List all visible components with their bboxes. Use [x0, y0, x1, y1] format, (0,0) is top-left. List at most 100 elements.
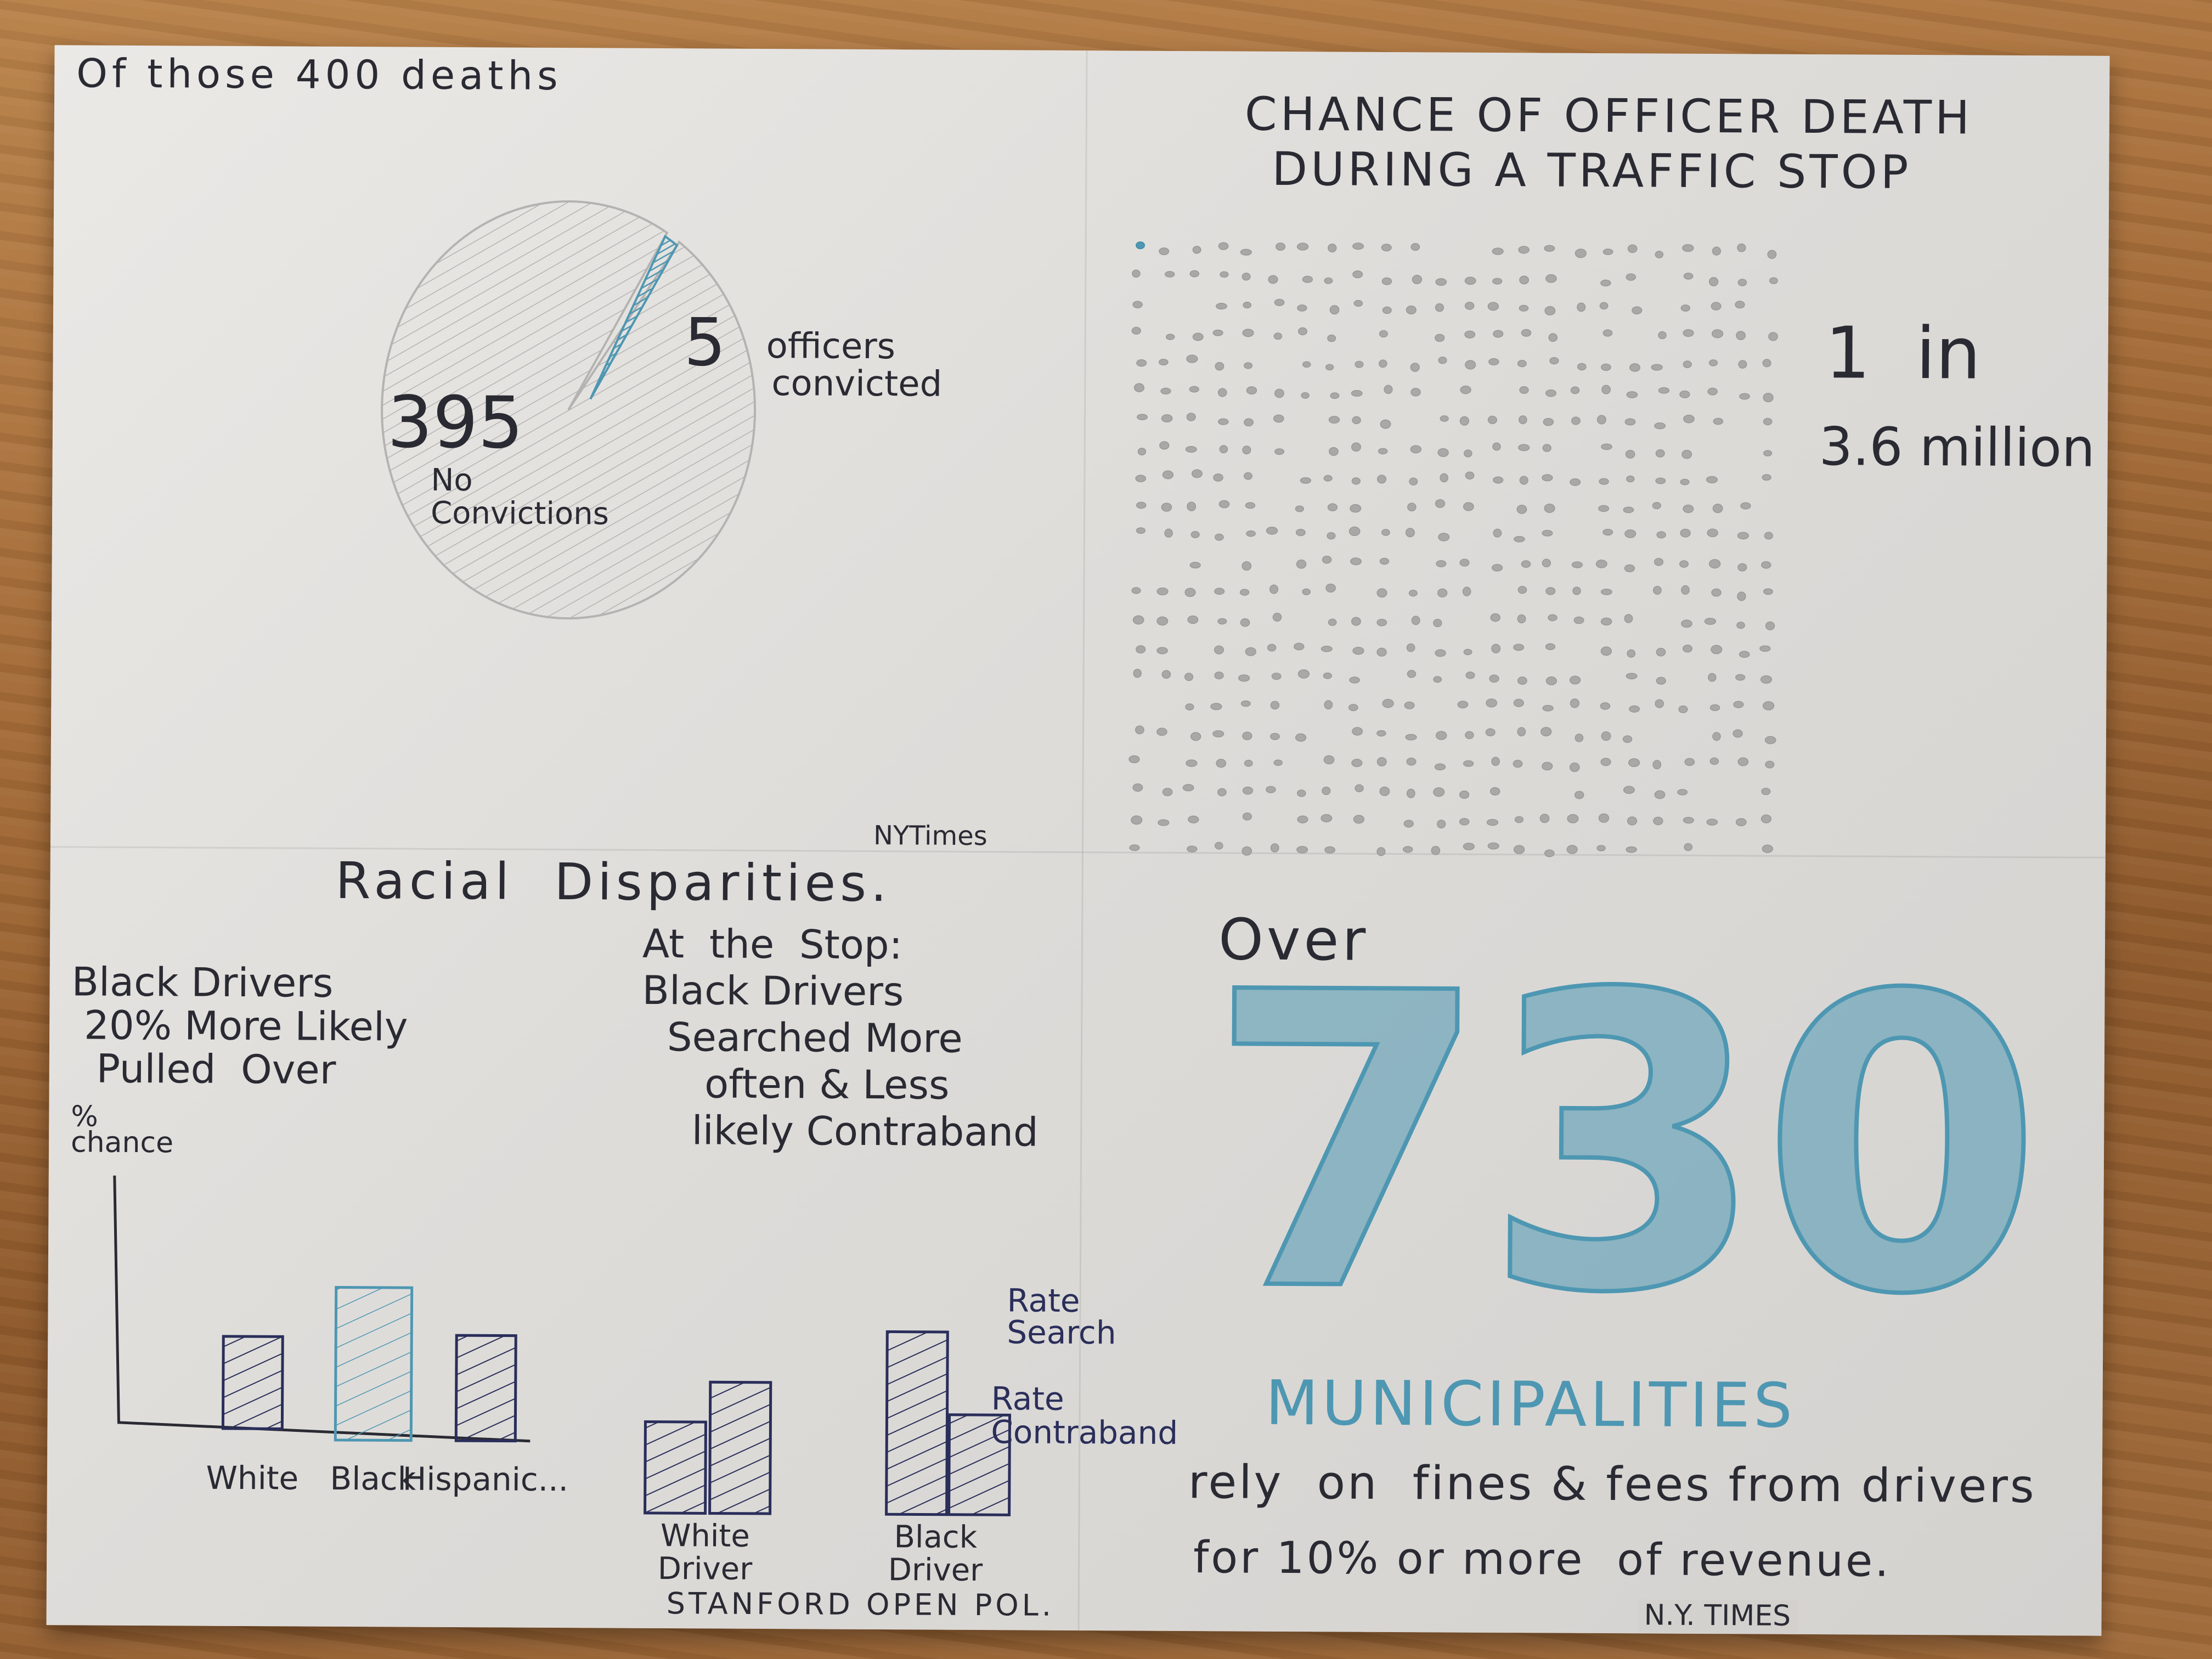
dot [1244, 759, 1253, 767]
dot [1240, 249, 1252, 256]
pie-title: Of those 400 deaths [76, 50, 562, 99]
dot [1136, 527, 1146, 534]
bar-white-contraband [708, 1380, 772, 1515]
dot [1325, 364, 1334, 371]
dot [1131, 815, 1143, 825]
tick-label-white: White [206, 1459, 298, 1497]
dot [1242, 786, 1254, 795]
dot [1513, 644, 1525, 651]
dot [1137, 414, 1148, 421]
dot [1735, 674, 1746, 681]
dot [1707, 528, 1718, 538]
dot [1156, 616, 1169, 626]
dot [1521, 329, 1532, 337]
dot [1737, 591, 1746, 601]
dot [1132, 783, 1143, 792]
dot [1132, 269, 1141, 278]
dots-title-line-1: CHANCE OF OFFICER DEATH [1244, 87, 1973, 145]
dot [1739, 651, 1750, 658]
dot [1245, 502, 1256, 509]
munis-unit: MUNICIPALITIES [1265, 1367, 1796, 1442]
dot [1296, 242, 1309, 251]
dot [1601, 731, 1611, 741]
dot [1217, 618, 1227, 625]
dot [1213, 473, 1223, 482]
dot [1539, 814, 1550, 823]
dot [1242, 445, 1251, 455]
dot [1544, 849, 1555, 857]
dot [1492, 247, 1504, 255]
dot [1411, 616, 1420, 625]
dot [1627, 244, 1638, 253]
dot [1214, 672, 1224, 680]
dot [1679, 560, 1689, 568]
dot [1348, 704, 1358, 712]
dot [1735, 301, 1745, 309]
dot [1349, 676, 1360, 684]
dot [1376, 475, 1387, 484]
dot [1295, 505, 1305, 512]
dot [1570, 386, 1580, 394]
dot [1164, 270, 1175, 278]
pie-small-caption-1: officers [766, 326, 896, 368]
dot [1763, 588, 1773, 595]
dot [1653, 816, 1663, 826]
dot [1683, 414, 1695, 424]
dot [1192, 332, 1204, 341]
dot [1682, 244, 1694, 252]
dot [1519, 304, 1529, 312]
dot [1763, 417, 1773, 426]
dot [1269, 732, 1280, 740]
sketch-paper: Of those 400 deaths 395 No Convictions 5… [46, 45, 2110, 1636]
dot [1351, 442, 1362, 452]
dot [1709, 757, 1719, 765]
dot [1600, 702, 1611, 710]
dot [1131, 587, 1141, 594]
dot [1542, 444, 1551, 452]
dot [1190, 732, 1201, 741]
dot [1577, 363, 1587, 371]
dot [1737, 279, 1747, 286]
dot [1629, 705, 1640, 713]
dot [1517, 727, 1526, 737]
dot [1410, 243, 1420, 251]
dot [1760, 814, 1772, 823]
dot [1764, 532, 1773, 540]
dot [1297, 304, 1307, 312]
dot [1459, 558, 1470, 567]
dot [1214, 588, 1225, 595]
dot [1769, 277, 1778, 284]
dot [1713, 417, 1724, 425]
dot [1760, 675, 1773, 684]
dot [1711, 329, 1724, 338]
left-bar-chart: White BlackHispanic... [113, 1175, 568, 1498]
dot [1296, 789, 1306, 797]
dot [1684, 758, 1695, 766]
dot [1323, 475, 1333, 482]
dot [1656, 647, 1666, 657]
dot [1244, 418, 1254, 427]
dot [1763, 392, 1774, 403]
tick-label-black-1: Driver [888, 1552, 984, 1588]
dot [1405, 528, 1415, 538]
dot [1626, 391, 1638, 398]
dot [1683, 329, 1694, 337]
pie-small-caption-2: convicted [771, 363, 943, 405]
dot [1379, 557, 1390, 565]
dot [1740, 502, 1751, 510]
dot [1600, 363, 1611, 371]
dot [1350, 557, 1362, 566]
bar-black [334, 1286, 414, 1442]
dot [1296, 559, 1307, 569]
dot [1566, 845, 1578, 854]
dot [1267, 644, 1277, 652]
dot [1571, 561, 1583, 568]
dot [1156, 727, 1167, 736]
dot [1684, 843, 1693, 851]
dot [1184, 673, 1194, 681]
dot [1187, 501, 1197, 511]
right-bar-chart: WhiteDriverBlackDriver [644, 1330, 1012, 1588]
dot [1329, 305, 1340, 315]
dot [1596, 415, 1606, 425]
dot [1761, 787, 1771, 795]
